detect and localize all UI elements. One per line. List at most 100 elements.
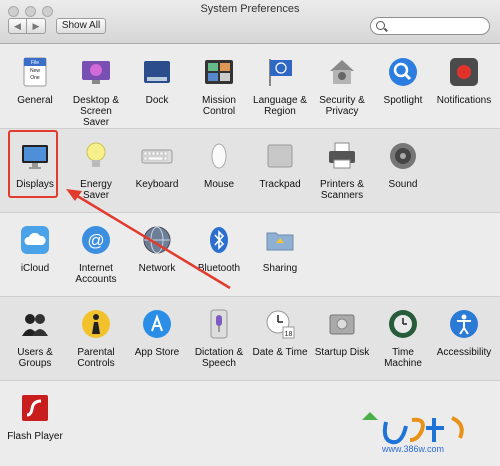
clock-icon: 18 xyxy=(264,308,296,340)
globe-icon xyxy=(141,224,173,256)
house-icon xyxy=(326,56,358,88)
pref-date-time[interactable]: 18 Date & Time xyxy=(250,308,310,358)
mouse-icon xyxy=(203,140,235,172)
pref-mission-control[interactable]: Mission Control xyxy=(189,56,249,117)
pref-parental-controls[interactable]: Parental Controls xyxy=(66,308,126,369)
pref-label: Desktop & Screen Saver xyxy=(72,95,120,128)
pref-label: Date & Time xyxy=(252,347,308,358)
pref-label: Language & Region xyxy=(253,95,307,117)
pref-label: Sharing xyxy=(262,263,298,274)
pref-label: Keyboard xyxy=(135,179,179,190)
pref-sharing[interactable]: Sharing xyxy=(250,224,310,274)
pref-label: Flash Player xyxy=(7,431,63,442)
pref-label: App Store xyxy=(134,347,180,358)
pref-label: Time Machine xyxy=(384,347,422,369)
pref-desktop-screen-saver[interactable]: Desktop & Screen Saver xyxy=(66,56,126,128)
speaker-icon xyxy=(387,140,419,172)
pref-users-groups[interactable]: Users & Groups xyxy=(5,308,65,369)
search-icon xyxy=(376,21,385,30)
back-button[interactable]: ◀ xyxy=(8,18,27,34)
pref-accessibility[interactable]: Accessibility xyxy=(434,308,494,358)
pref-language-region[interactable]: Language & Region xyxy=(250,56,310,117)
pref-label: Spotlight xyxy=(383,95,423,106)
calendar-day-text: 18 xyxy=(285,331,293,338)
icloud-icon xyxy=(19,224,51,256)
pref-energy-saver[interactable]: Energy Saver xyxy=(66,140,126,201)
pref-label: Internet Accounts xyxy=(75,263,117,285)
title-bar: System Preferences ◀ ▶ Show All xyxy=(0,0,500,44)
pref-label: Dictation & Speech xyxy=(194,347,244,369)
mission-control-icon xyxy=(203,56,235,88)
pref-icloud[interactable]: iCloud xyxy=(5,224,65,274)
pref-security-privacy[interactable]: Security & Privacy xyxy=(312,56,372,117)
pref-network[interactable]: Network xyxy=(127,224,187,274)
keyboard-icon xyxy=(141,140,173,172)
microphone-icon xyxy=(203,308,235,340)
pref-label: Sound xyxy=(388,179,418,190)
pref-label: Security & Privacy xyxy=(319,95,365,117)
pref-label: Mission Control xyxy=(202,95,236,117)
pref-sound[interactable]: Sound xyxy=(373,140,433,190)
pref-dictation-speech[interactable]: Dictation & Speech xyxy=(189,308,249,369)
pref-startup-disk[interactable]: Startup Disk xyxy=(312,308,372,358)
pref-label: General xyxy=(17,95,53,106)
time-machine-icon xyxy=(387,308,419,340)
pref-app-store[interactable]: App Store xyxy=(127,308,187,358)
forward-button[interactable]: ▶ xyxy=(27,18,46,34)
folder-icon xyxy=(264,224,296,256)
dock-icon xyxy=(141,56,173,88)
pref-label: Parental Controls xyxy=(77,347,115,369)
pref-notifications[interactable]: Notifications xyxy=(434,56,494,106)
bluetooth-icon xyxy=(203,224,235,256)
pref-label: Network xyxy=(138,263,176,274)
pref-bluetooth[interactable]: Bluetooth xyxy=(189,224,249,274)
printer-icon xyxy=(326,140,358,172)
pref-label: Accessibility xyxy=(436,347,492,358)
watermark: www.386w.com xyxy=(322,406,500,461)
general-icon-new-text: New xyxy=(30,68,40,74)
pref-internet-accounts[interactable]: @ Internet Accounts xyxy=(66,224,126,285)
language-region-icon xyxy=(264,56,296,88)
pref-label: Energy Saver xyxy=(80,179,112,201)
pref-printers-scanners[interactable]: Printers & Scanners xyxy=(312,140,372,201)
app-store-icon xyxy=(141,308,173,340)
lightbulb-icon xyxy=(80,140,112,172)
navigation-buttons: ◀ ▶ xyxy=(8,18,46,34)
show-all-button[interactable]: Show All xyxy=(56,18,106,34)
search-input[interactable] xyxy=(389,19,489,35)
pref-dock[interactable]: Dock xyxy=(127,56,187,106)
pref-label: Notifications xyxy=(436,95,492,106)
accessibility-icon xyxy=(448,308,480,340)
at-sign-icon: @ xyxy=(80,224,112,256)
pref-general[interactable]: File New One General xyxy=(5,56,65,106)
pref-label: Users & Groups xyxy=(17,347,53,369)
general-icon-file-text: File xyxy=(31,60,39,66)
pref-time-machine[interactable]: Time Machine xyxy=(373,308,433,369)
pref-spotlight[interactable]: Spotlight xyxy=(373,56,433,106)
search-field[interactable] xyxy=(370,17,490,35)
watermark-url: www.386w.com xyxy=(382,444,445,454)
pref-label: iCloud xyxy=(20,263,50,274)
parental-controls-icon xyxy=(80,308,112,340)
svg-text:@: @ xyxy=(87,231,104,250)
pref-label: Printers & Scanners xyxy=(320,179,364,201)
general-icon-one-text: One xyxy=(30,75,40,81)
spotlight-icon xyxy=(387,56,419,88)
general-icon: File New One xyxy=(19,56,51,88)
pref-mouse[interactable]: Mouse xyxy=(189,140,249,190)
users-icon xyxy=(19,308,51,340)
flash-player-icon xyxy=(19,392,51,424)
pref-label: Mouse xyxy=(203,179,234,190)
pref-label: Bluetooth xyxy=(197,263,241,274)
pref-keyboard[interactable]: Keyboard xyxy=(127,140,187,190)
pref-trackpad[interactable]: Trackpad xyxy=(250,140,310,190)
displays-highlight-box xyxy=(8,130,58,198)
desktop-screen-saver-icon xyxy=(80,56,112,88)
disk-icon xyxy=(326,308,358,340)
window-title: System Preferences xyxy=(200,3,300,15)
notifications-icon xyxy=(448,56,480,88)
pref-flash-player[interactable]: Flash Player xyxy=(5,392,65,442)
trackpad-icon xyxy=(264,140,296,172)
pref-label: Trackpad xyxy=(259,179,301,190)
pref-label: Dock xyxy=(145,95,169,106)
